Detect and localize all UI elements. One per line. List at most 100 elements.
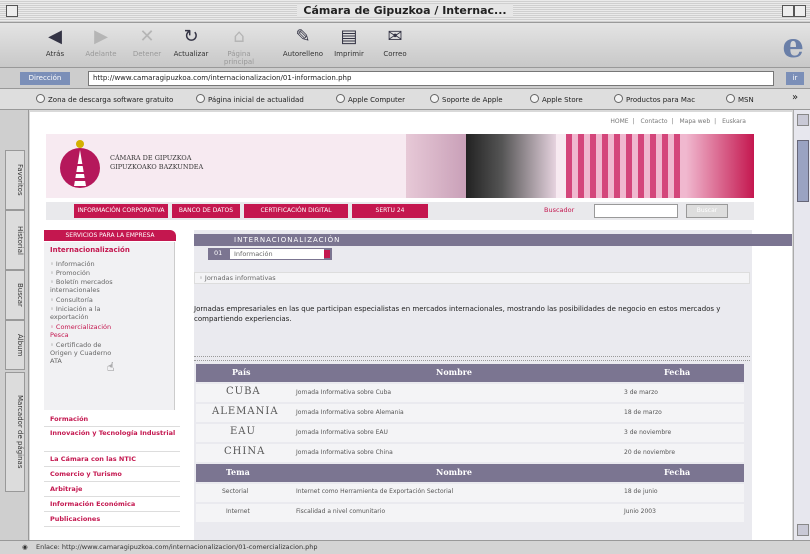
autofill-pen-icon: ✎ (295, 26, 311, 47)
back-button[interactable]: ◀ Atrás (32, 25, 78, 59)
menu-subitem[interactable]: ◦ Boletín mercados internacionales (50, 278, 130, 294)
side-tab-album[interactable]: Álbum (5, 320, 25, 370)
banner-image (466, 134, 556, 198)
favorite-link[interactable]: Apple Store (530, 94, 583, 104)
scroll-down-arrow-icon[interactable] (797, 524, 809, 536)
table-row[interactable]: CUBA Jornada Informativa sobre Cuba 3 de… (196, 384, 744, 404)
table-row[interactable]: CHINA Jornada Informativa sobre China 20… (196, 444, 744, 464)
favorite-link[interactable]: Página inicial de actualidad (196, 94, 304, 104)
menu-section-title[interactable]: Internacionalización (50, 246, 130, 254)
menu-subitem[interactable]: ◦ Iniciación a la exportación (50, 305, 120, 321)
top-link-sitemap[interactable]: Mapa web (679, 118, 710, 125)
top-links: HOME | Contacto | Mapa web | Euskara (610, 118, 746, 125)
favorites-bar: Zona de descarga software gratuito Págin… (0, 89, 810, 110)
search-label: Buscador (544, 206, 575, 214)
top-link-contact[interactable]: Contacto (641, 118, 668, 125)
banner-image (406, 134, 466, 198)
side-tab-favorites[interactable]: Favoritos (5, 150, 25, 210)
page-viewport: HOME | Contacto | Mapa web | Euskara CÁMARA… (30, 112, 792, 540)
globe-icon: ◉ (22, 543, 28, 551)
refresh-button[interactable]: ↻ Actualizar (168, 25, 214, 59)
forward-button[interactable]: ▶ Adelante (78, 25, 124, 59)
nav-sertu[interactable]: SERTU 24 (352, 204, 428, 218)
left-menu: SERVICIOS PARA LA EMPRESA Internacionali… (44, 230, 180, 540)
favorite-link[interactable]: Soporte de Apple (430, 94, 503, 104)
favorite-link[interactable]: Apple Computer (336, 94, 405, 104)
home-icon: ⌂ (233, 26, 245, 47)
menu-category[interactable]: Información Económica (44, 497, 180, 512)
menu-category[interactable]: Publicaciones (44, 512, 180, 527)
favorite-link[interactable]: Productos para Mac (614, 94, 695, 104)
menu-category[interactable]: La Cámara con las NTIC (44, 452, 180, 467)
banner-image (686, 134, 754, 198)
nav-digital-cert[interactable]: CERTIFICACIÓN DIGITAL (244, 204, 348, 218)
chamber-logo-icon (60, 140, 100, 188)
menu-subitem[interactable]: ◦ Consultoría (50, 296, 170, 304)
table-row[interactable]: ALEMANIA Jornada Informativa sobre Alema… (196, 404, 744, 424)
collapse-box-icon[interactable] (794, 5, 806, 17)
stop-x-icon: ✕ (139, 26, 155, 47)
side-tab-search[interactable]: Buscar (5, 270, 25, 320)
stop-button[interactable]: ✕ Detener (124, 25, 170, 59)
logo-text: CÁMARA DE GIPUZKOA GIPUZKOAKO BAZKUNDEA (110, 154, 204, 171)
printer-icon: ▤ (340, 26, 358, 47)
back-arrow-icon: ◀ (48, 26, 62, 47)
menu-subitem-active[interactable]: ◦ Comercialización Pesca (50, 323, 120, 339)
forward-arrow-icon: ▶ (94, 26, 108, 47)
menu-subitem[interactable]: ◦ Promoción (50, 269, 170, 277)
top-link-home[interactable]: HOME (610, 118, 628, 125)
mail-button[interactable]: ✉ Correo (372, 25, 418, 59)
search-input[interactable] (594, 204, 678, 218)
autofill-button[interactable]: ✎ Autorelleno (280, 25, 326, 59)
section-dropdown[interactable]: 01 Información (208, 248, 332, 260)
menu-subitem[interactable]: ◦ Información (50, 260, 170, 268)
banner-image (566, 134, 686, 198)
menu-category[interactable]: Innovación y Tecnología Industrial (44, 427, 180, 452)
intro-text: Jornadas empresariales en las que partic… (194, 305, 721, 323)
web-page: HOME | Contacto | Mapa web | Euskara CÁMARA… (44, 112, 792, 540)
address-bar: Dirección http://www.camaragipuzkoa.com/… (0, 68, 810, 89)
window-title: Cámara de Gipuzkoa / Internac... (0, 4, 810, 17)
more-favorites-icon[interactable]: » (792, 92, 798, 103)
favorite-link[interactable]: Zona de descarga software gratuito (36, 94, 173, 104)
explorer-side-tabs: Favoritos Historial Buscar Álbum Marcado… (0, 110, 29, 540)
side-tab-page-holder[interactable]: Marcador de páginas (5, 372, 25, 492)
table-header: País Nombre Fecha (196, 364, 744, 382)
side-tab-history[interactable]: Historial (5, 210, 25, 270)
table-header: Tema Nombre Fecha (196, 464, 744, 482)
top-link-euskara[interactable]: Euskara (722, 118, 746, 125)
url-input[interactable]: http://www.camaragipuzkoa.com/internacio… (88, 71, 774, 86)
address-label: Dirección (20, 72, 70, 85)
nav-data-bank[interactable]: BANCO DE DATOS (172, 204, 240, 218)
browser-toolbar: ◀ Atrás ▶ Adelante ✕ Detener ↻ Actualizar ⌂ P… (0, 23, 810, 68)
mail-icon: ✉ (387, 26, 403, 47)
table-row[interactable]: Sectorial Internet como Herramienta de E… (196, 484, 744, 504)
search-button[interactable]: Buscar (686, 204, 728, 218)
dropdown-caret-icon (324, 250, 330, 258)
refresh-icon: ↻ (183, 26, 199, 47)
main-content: INTERNACIONALIZACIÓN 01 Información ◦ Jo… (194, 230, 792, 540)
table-row[interactable]: Internet Fiscalidad a nivel comunitario … (196, 504, 744, 524)
favorite-link[interactable]: MSN (726, 94, 754, 104)
status-text: Enlace: http://www.camaragipuzkoa.com/in… (36, 543, 318, 551)
browser-logo-icon: e (782, 26, 804, 66)
dropdown-value: Información (230, 249, 324, 259)
vertical-scrollbar[interactable] (793, 110, 810, 540)
scroll-thumb[interactable] (797, 140, 809, 202)
print-button[interactable]: ▤ Imprimir (326, 25, 372, 59)
menu-category[interactable]: Comercio y Turismo (44, 467, 180, 482)
zoom-box-icon[interactable] (782, 5, 794, 17)
scroll-up-arrow-icon[interactable] (797, 114, 809, 126)
menu-category[interactable]: Arbitraje (44, 482, 180, 497)
dropdown-prefix: 01 (214, 249, 223, 257)
window-title-bar[interactable]: Cámara de Gipuzkoa / Internac... (0, 0, 810, 23)
table-row[interactable]: EAU Jornada Informativa sobre EAU 3 de n… (196, 424, 744, 444)
go-button[interactable]: ir (786, 72, 804, 85)
left-menu-header: SERVICIOS PARA LA EMPRESA (44, 230, 176, 241)
status-bar: ◉ Enlace: http://www.camaragipuzkoa.com/… (0, 540, 810, 554)
home-button[interactable]: ⌂ Página principal (216, 25, 262, 67)
menu-category[interactable]: Formación (44, 412, 180, 427)
nav-corporate-info[interactable]: INFORMACIÓN CORPORATIVA (74, 204, 168, 218)
dotted-divider (194, 356, 750, 361)
main-nav: INFORMACIÓN CORPORATIVA BANCO DE DATOS C… (46, 202, 754, 220)
